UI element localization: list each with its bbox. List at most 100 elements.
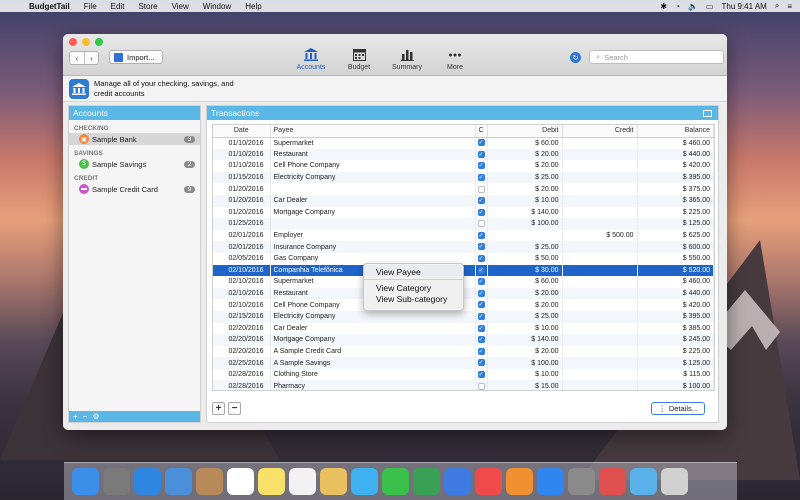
- credit-cell[interactable]: [562, 206, 638, 219]
- table-row[interactable]: 02/20/2016 Mortgage Company ✓ $ 140.00 $ 245…: [213, 334, 714, 346]
- date-cell[interactable]: 02/10/2016: [213, 276, 271, 288]
- cleared-checkbox-checked[interactable]: ✓: [477, 301, 485, 309]
- calendar-icon[interactable]: [227, 468, 254, 495]
- table-row[interactable]: 02/01/2016 Insurance Company ✓ $ 25.00 $ 600…: [213, 241, 714, 253]
- cleared-checkbox-checked[interactable]: ✓: [477, 208, 485, 216]
- system-preferences-icon[interactable]: [568, 468, 595, 495]
- back-button[interactable]: ‹: [70, 52, 84, 64]
- table-row[interactable]: 02/15/2016 Electricity Company ✓ $ 25.00 $ 3…: [213, 310, 714, 323]
- table-row[interactable]: 02/28/2016 Pharmacy $ 15.00 $ 100.00: [213, 380, 714, 390]
- menu-edit[interactable]: Edit: [104, 2, 132, 11]
- remove-account-button[interactable]: −: [83, 412, 88, 421]
- remove-transaction-button[interactable]: −: [228, 401, 241, 415]
- payee-cell[interactable]: Cell Phone Company: [270, 160, 476, 172]
- cleared-checkbox-checked[interactable]: ✓: [477, 324, 485, 332]
- balance-cell[interactable]: $ 125.00: [637, 218, 714, 230]
- balance-cell[interactable]: $ 115.00: [637, 368, 714, 381]
- date-cell[interactable]: 02/20/2016: [213, 334, 271, 346]
- budgettail-icon[interactable]: [599, 468, 626, 495]
- menu-view[interactable]: View: [165, 2, 196, 11]
- payee-cell[interactable]: A Sample Savings: [270, 357, 476, 369]
- menu-file[interactable]: File: [77, 2, 104, 11]
- mail-icon[interactable]: [165, 468, 192, 495]
- tab-summary[interactable]: Summary: [383, 48, 431, 71]
- date-cell[interactable]: 01/25/2016: [213, 218, 271, 230]
- tab-budget[interactable]: Budget: [335, 48, 383, 71]
- add-transaction-button[interactable]: +: [212, 401, 225, 415]
- balance-cell[interactable]: $ 225.00: [637, 345, 714, 358]
- tab-more[interactable]: More: [431, 48, 479, 71]
- debit-cell[interactable]: $ 25.00: [487, 310, 563, 323]
- sidebar-item-sample-credit-card[interactable]: ▬ Sample Credit Card 9: [69, 183, 200, 195]
- menu-item-view-sub-category[interactable]: View Sub-category: [364, 293, 463, 304]
- credit-cell[interactable]: [562, 160, 638, 172]
- balance-cell[interactable]: $ 420.00: [637, 160, 714, 172]
- books-icon[interactable]: [506, 468, 533, 495]
- table-row[interactable]: 02/25/2016 A Sample Savings ✓ $ 100.00 $ 125…: [213, 357, 714, 369]
- menu-item-view-category[interactable]: View Category: [364, 282, 463, 293]
- menu-store[interactable]: Store: [131, 2, 164, 11]
- details-button[interactable]: ⋮ Details...: [651, 401, 705, 415]
- gear-icon[interactable]: ⚙: [92, 412, 99, 421]
- date-cell[interactable]: 02/10/2016: [213, 299, 271, 311]
- reminders-icon[interactable]: [289, 468, 316, 495]
- column-header-debit[interactable]: Debit: [487, 125, 563, 138]
- debit-cell[interactable]: $ 20.00: [487, 299, 563, 311]
- menu-clock[interactable]: Thu 9:41 AM: [721, 2, 766, 11]
- column-header-credit[interactable]: Credit: [562, 125, 638, 138]
- payee-cell[interactable]: [270, 218, 476, 230]
- credit-cell[interactable]: [562, 137, 638, 149]
- cleared-checkbox-checked[interactable]: ✓: [477, 289, 485, 297]
- date-cell[interactable]: 01/10/2016: [213, 148, 271, 161]
- payee-cell[interactable]: Electricity Company: [270, 310, 476, 323]
- balance-cell[interactable]: $ 395.00: [637, 171, 714, 184]
- balance-cell[interactable]: $ 600.00: [637, 241, 714, 253]
- payee-cell[interactable]: Clothing Store: [270, 368, 476, 381]
- credit-cell[interactable]: [562, 299, 638, 311]
- debit-cell[interactable]: $ 10.00: [487, 368, 563, 381]
- debit-cell[interactable]: $ 25.00: [487, 241, 563, 253]
- cleared-checkbox-checked[interactable]: ✓: [477, 255, 485, 263]
- forward-button[interactable]: ›: [84, 52, 98, 64]
- debit-cell[interactable]: $ 20.00: [487, 183, 563, 195]
- trash-icon[interactable]: [661, 468, 688, 495]
- payee-cell[interactable]: Supermarket: [270, 137, 476, 149]
- cleared-checkbox-checked[interactable]: ✓: [477, 371, 485, 378]
- date-cell[interactable]: 01/15/2016: [213, 171, 271, 184]
- credit-cell[interactable]: [562, 287, 638, 300]
- wifi-icon[interactable]: ◔: [675, 2, 680, 11]
- debit-cell[interactable]: $ 15.00: [487, 380, 563, 390]
- cleared-checkbox-checked[interactable]: ✓: [477, 139, 485, 147]
- volume-icon[interactable]: 🔈: [688, 2, 698, 11]
- sync-icon[interactable]: ↻: [570, 52, 581, 63]
- debit-cell[interactable]: $ 25.00: [487, 171, 563, 184]
- table-row[interactable]: 01/15/2016 Electricity Company ✓ $ 25.00 $ 3…: [213, 171, 714, 184]
- payee-cell[interactable]: Car Dealer: [270, 194, 476, 207]
- cleared-checkbox-checked[interactable]: ✓: [477, 150, 485, 158]
- date-cell[interactable]: 02/10/2016: [213, 287, 271, 300]
- column-header-cleared[interactable]: C: [475, 125, 488, 138]
- sidebar-item-sample-bank[interactable]: ▣ Sample Bank 3: [69, 133, 200, 145]
- menu-item-view-payee[interactable]: View Payee: [364, 266, 463, 277]
- balance-cell[interactable]: $ 420.00: [637, 299, 714, 311]
- debit-cell[interactable]: $ 10.00: [487, 322, 563, 335]
- date-cell[interactable]: 02/20/2016: [213, 322, 271, 335]
- date-cell[interactable]: 02/28/2016: [213, 368, 271, 381]
- date-cell[interactable]: 01/20/2016: [213, 194, 271, 207]
- balance-cell[interactable]: $ 440.00: [637, 287, 714, 300]
- tab-accounts[interactable]: Accounts: [287, 48, 335, 71]
- contacts-icon[interactable]: [196, 468, 223, 495]
- payee-cell[interactable]: Mortgage Company: [270, 334, 476, 346]
- credit-cell[interactable]: [562, 380, 638, 390]
- downloads-icon[interactable]: [630, 468, 657, 495]
- balance-cell[interactable]: $ 125.00: [637, 357, 714, 369]
- add-account-button[interactable]: +: [73, 412, 78, 421]
- spotlight-icon[interactable]: ⌕: [775, 1, 779, 11]
- date-cell[interactable]: 02/15/2016: [213, 310, 271, 323]
- attachment-view-icon[interactable]: [703, 109, 712, 117]
- debit-cell[interactable]: $ 50.00: [487, 252, 563, 265]
- debit-cell[interactable]: $ 100.00: [487, 357, 563, 369]
- table-row[interactable]: 02/20/2016 A Sample Credit Card ✓ $ 20.00 $ …: [213, 345, 714, 358]
- payee-cell[interactable]: Restaurant: [270, 148, 476, 161]
- table-row[interactable]: 01/10/2016 Supermarket ✓ $ 60.00 $ 460.00: [213, 137, 714, 149]
